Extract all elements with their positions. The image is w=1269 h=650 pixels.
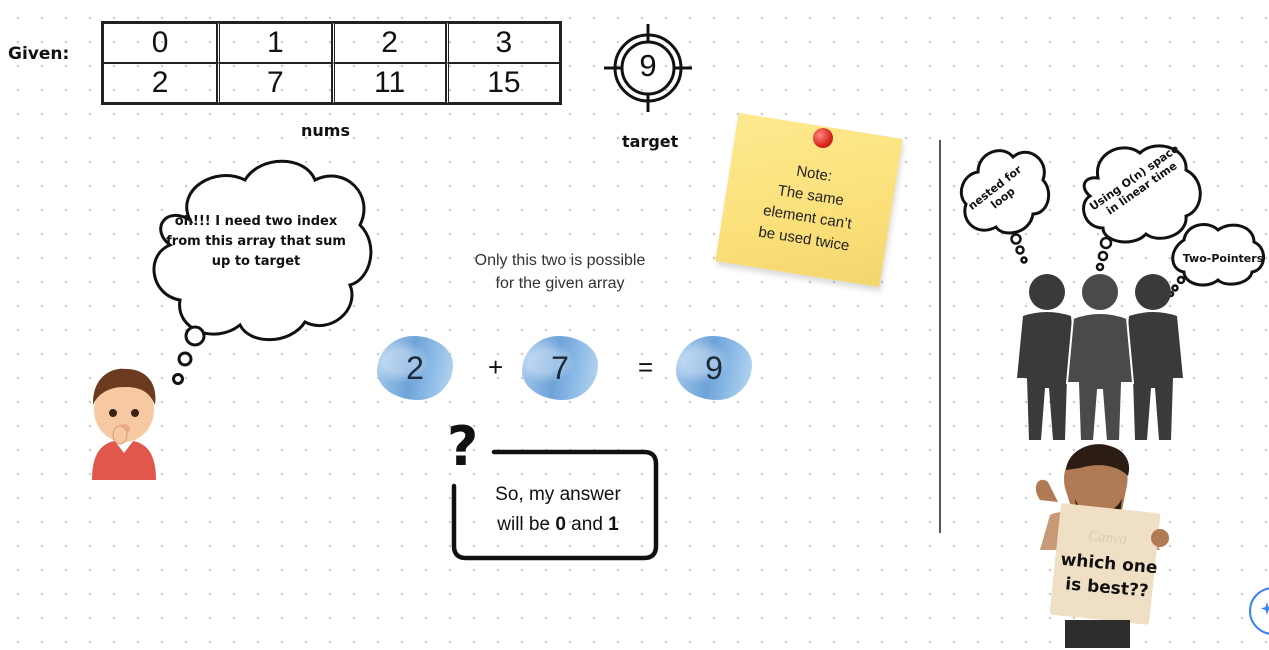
answer-index-1: 0: [555, 514, 566, 535]
answer-and: and: [565, 514, 609, 535]
target-label: target: [622, 132, 679, 151]
equation-result: 9: [705, 350, 723, 386]
value-cell: 11: [331, 63, 446, 103]
equals-sign: =: [638, 352, 654, 382]
canva-watermark: Canva: [1087, 528, 1128, 548]
target-value: 9: [639, 48, 657, 83]
answer-index-2: 1: [608, 514, 619, 535]
answer-prefix: will be: [497, 514, 556, 535]
pushpin-icon: [813, 128, 833, 148]
index-cell: 3: [445, 23, 560, 63]
explanation-line: for the given array: [495, 275, 625, 292]
sparkle-icon: [1261, 602, 1269, 615]
vertical-divider: [939, 140, 941, 533]
plus-sign: +: [488, 352, 504, 382]
nums-label: nums: [301, 121, 350, 140]
answer-line-2: will be 0 and 1: [468, 510, 648, 540]
answer-line-1: So, my answer: [495, 484, 621, 505]
equation-operand-a: 2: [406, 350, 424, 386]
index-row: 0 1 2 3: [103, 23, 560, 63]
kid-thought-text: oh!!! I need two index from this array t…: [166, 214, 346, 269]
people-group-icon: [1017, 272, 1183, 442]
nums-array-table: 0 1 2 3 2 7 11 15: [101, 21, 562, 105]
index-cell: 0: [103, 23, 218, 63]
help-button[interactable]: [1249, 587, 1269, 635]
question-mark-icon: ?: [447, 415, 479, 478]
explanation-text: Only this two is possible for the given …: [440, 249, 680, 295]
answer-text: So, my answer will be 0 and 1: [468, 480, 648, 540]
index-cell: 2: [331, 23, 446, 63]
value-row: 2 7 11 15: [103, 63, 560, 103]
value-cell: 2: [103, 63, 218, 103]
value-cell: 7: [217, 63, 332, 103]
sign-text: which one is best??: [1056, 548, 1160, 605]
thinking-kid-icon: [92, 368, 156, 480]
index-cell: 1: [217, 23, 332, 63]
explanation-line: Only this two is possible: [474, 252, 646, 269]
equation-operand-b: 7: [551, 350, 569, 386]
value-cell: 15: [445, 63, 560, 103]
given-label: Given:: [8, 44, 70, 64]
approach-two-pointers: Two-Pointers: [1182, 252, 1264, 265]
